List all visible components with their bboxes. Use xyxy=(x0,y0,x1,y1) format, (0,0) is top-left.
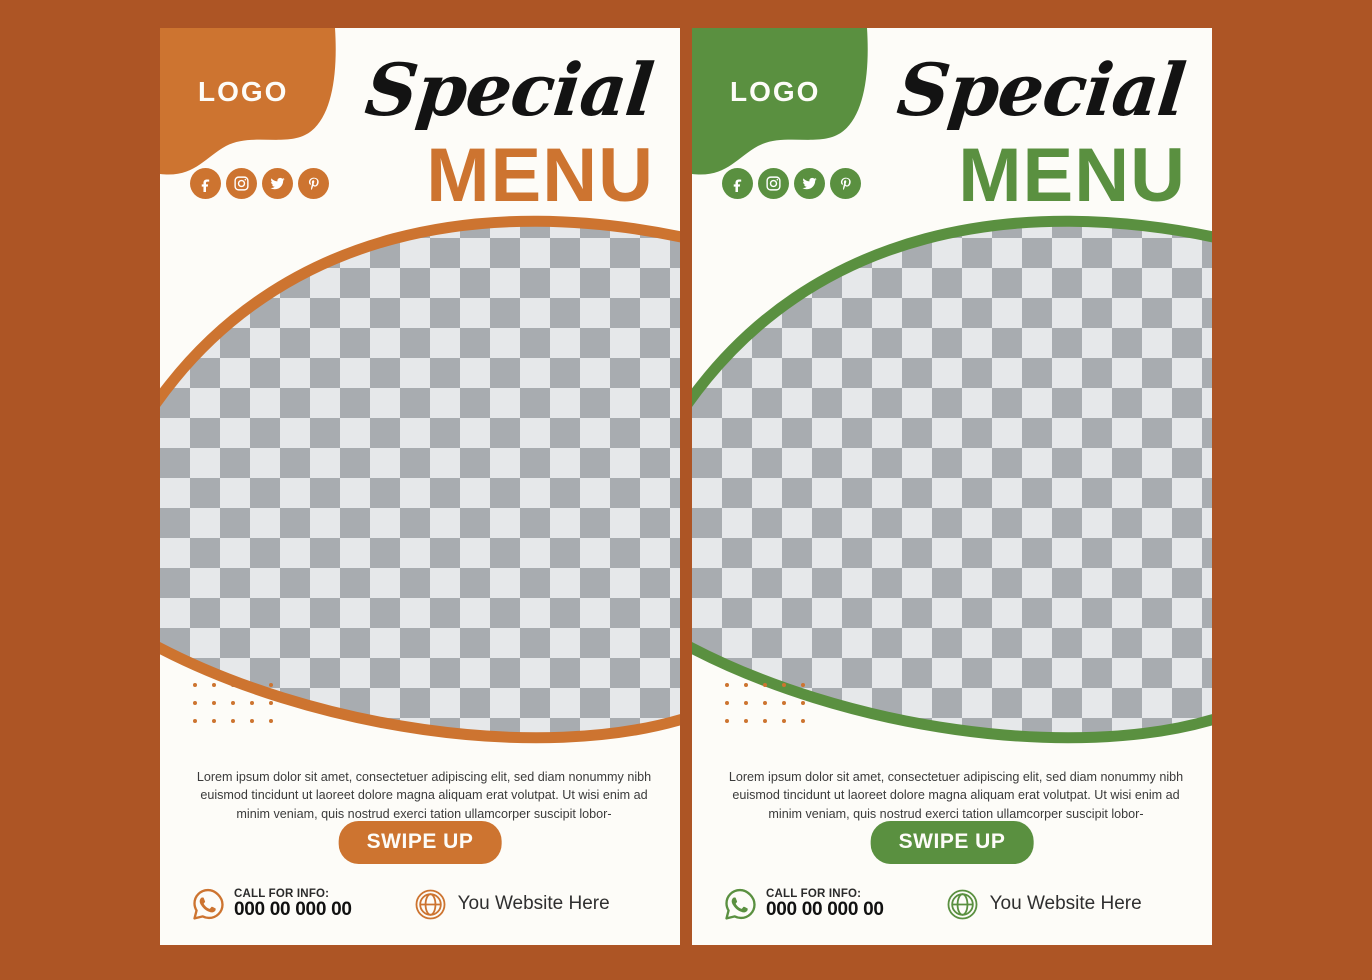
instagram-icon[interactable] xyxy=(226,168,257,199)
dot xyxy=(193,719,197,723)
globe-icon[interactable] xyxy=(946,888,979,921)
call-text-block: CALL FOR INFO: 000 00 000 00 xyxy=(234,888,352,920)
whatsapp-icon[interactable] xyxy=(190,886,226,922)
dot xyxy=(269,701,273,705)
dot xyxy=(782,683,786,687)
title-menu: MENU xyxy=(426,133,654,218)
poster-canvas: LOGO Special MENU Lorem ipsum dolor sit … xyxy=(0,0,1372,980)
swipe-up-button[interactable]: SWIPE UP xyxy=(338,821,502,864)
dot xyxy=(212,719,216,723)
dot-grid xyxy=(725,683,820,737)
dot xyxy=(193,701,197,705)
dot xyxy=(725,719,729,723)
footer-contact: CALL FOR INFO: 000 00 000 00 You Website… xyxy=(190,886,660,922)
website-text: You Website Here xyxy=(457,893,610,914)
logo-text: LOGO xyxy=(730,76,821,107)
call-number: 000 00 000 00 xyxy=(234,899,352,921)
dot xyxy=(212,683,216,687)
dot xyxy=(801,719,805,723)
dot xyxy=(744,701,748,705)
flyer-card-orange: LOGO Special MENU Lorem ipsum dolor sit … xyxy=(160,28,680,945)
whatsapp-icon[interactable] xyxy=(722,886,758,922)
dot xyxy=(269,683,273,687)
facebook-icon[interactable] xyxy=(190,168,221,199)
dot-grid xyxy=(193,683,288,737)
dot xyxy=(725,701,729,705)
website-info: You Website Here xyxy=(414,888,610,921)
body-text: Lorem ipsum dolor sit amet, consectetuer… xyxy=(196,769,652,821)
dot xyxy=(744,683,748,687)
dot xyxy=(231,683,235,687)
pinterest-icon[interactable] xyxy=(298,168,329,199)
body-text: Lorem ipsum dolor sit amet, consectetuer… xyxy=(728,769,1184,821)
dot xyxy=(231,719,235,723)
social-links xyxy=(190,168,329,199)
call-info: CALL FOR INFO: 000 00 000 00 xyxy=(190,886,352,922)
footer-contact: CALL FOR INFO: 000 00 000 00 You Website… xyxy=(722,886,1192,922)
title-script: Special xyxy=(893,47,1189,132)
dot xyxy=(250,683,254,687)
dot xyxy=(782,701,786,705)
logo-text: LOGO xyxy=(198,76,289,107)
call-info: CALL FOR INFO: 000 00 000 00 xyxy=(722,886,884,922)
title-menu: MENU xyxy=(958,133,1186,218)
dot xyxy=(763,719,767,723)
twitter-icon[interactable] xyxy=(262,168,293,199)
dot xyxy=(763,701,767,705)
dot xyxy=(250,719,254,723)
instagram-icon[interactable] xyxy=(758,168,789,199)
facebook-icon[interactable] xyxy=(722,168,753,199)
globe-icon[interactable] xyxy=(414,888,447,921)
twitter-icon[interactable] xyxy=(794,168,825,199)
dot xyxy=(782,719,786,723)
dot xyxy=(744,719,748,723)
dot xyxy=(801,683,805,687)
pinterest-icon[interactable] xyxy=(830,168,861,199)
call-text-block: CALL FOR INFO: 000 00 000 00 xyxy=(766,888,884,920)
dot xyxy=(269,719,273,723)
dot xyxy=(763,683,767,687)
title-script: Special xyxy=(361,47,657,132)
dot xyxy=(250,701,254,705)
call-number: 000 00 000 00 xyxy=(766,899,884,921)
website-info: You Website Here xyxy=(946,888,1142,921)
flyer-card-green: LOGO Special MENU Lorem ipsum dolor sit … xyxy=(692,28,1212,945)
dot xyxy=(212,701,216,705)
dot xyxy=(801,701,805,705)
social-links xyxy=(722,168,861,199)
dot xyxy=(231,701,235,705)
website-text: You Website Here xyxy=(989,893,1142,914)
dot xyxy=(725,683,729,687)
dot xyxy=(193,683,197,687)
swipe-up-button[interactable]: SWIPE UP xyxy=(870,821,1034,864)
